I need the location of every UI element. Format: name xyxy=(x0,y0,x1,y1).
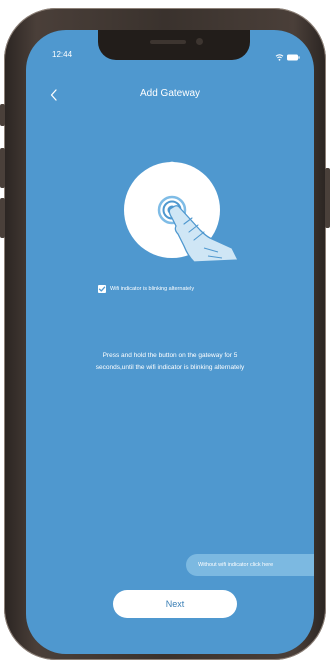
front-camera xyxy=(196,38,203,45)
indicator-confirm-row[interactable]: Wifi indicator is blinking alternately xyxy=(98,283,194,295)
earpiece-speaker xyxy=(150,40,186,44)
page-title: Add Gateway xyxy=(139,88,201,99)
instruction-line-2: seconds,until the wifi indicator is blin… xyxy=(95,364,245,371)
status-icons xyxy=(260,50,300,61)
without-indicator-link[interactable]: Without wifi indicator click here xyxy=(186,554,314,576)
power-button xyxy=(325,168,330,228)
wifi-icon xyxy=(275,54,284,61)
checkmark-icon xyxy=(98,286,106,292)
volume-down-button xyxy=(0,198,5,238)
instruction-text: Press and hold the button on the gateway… xyxy=(46,350,294,374)
indicator-checkbox-label: Wifi indicator is blinking alternately xyxy=(110,286,195,292)
app-screen: 12:44 Add Gateway Wifi indicator is blin… xyxy=(26,30,314,654)
instruction-line-1: Press and hold the button on the gateway… xyxy=(102,352,238,359)
phone-frame: 12:44 Add Gateway Wifi indicator is blin… xyxy=(0,8,330,660)
gateway-press-button-icon xyxy=(124,161,239,263)
next-button[interactable]: Next xyxy=(113,590,237,618)
mute-switch xyxy=(0,104,5,126)
battery-icon xyxy=(287,54,300,61)
gateway-illustration xyxy=(122,152,242,264)
indicator-checkbox[interactable] xyxy=(98,285,106,293)
notch xyxy=(98,30,250,60)
volume-up-button xyxy=(0,148,5,188)
status-time: 12:44 xyxy=(52,50,73,59)
